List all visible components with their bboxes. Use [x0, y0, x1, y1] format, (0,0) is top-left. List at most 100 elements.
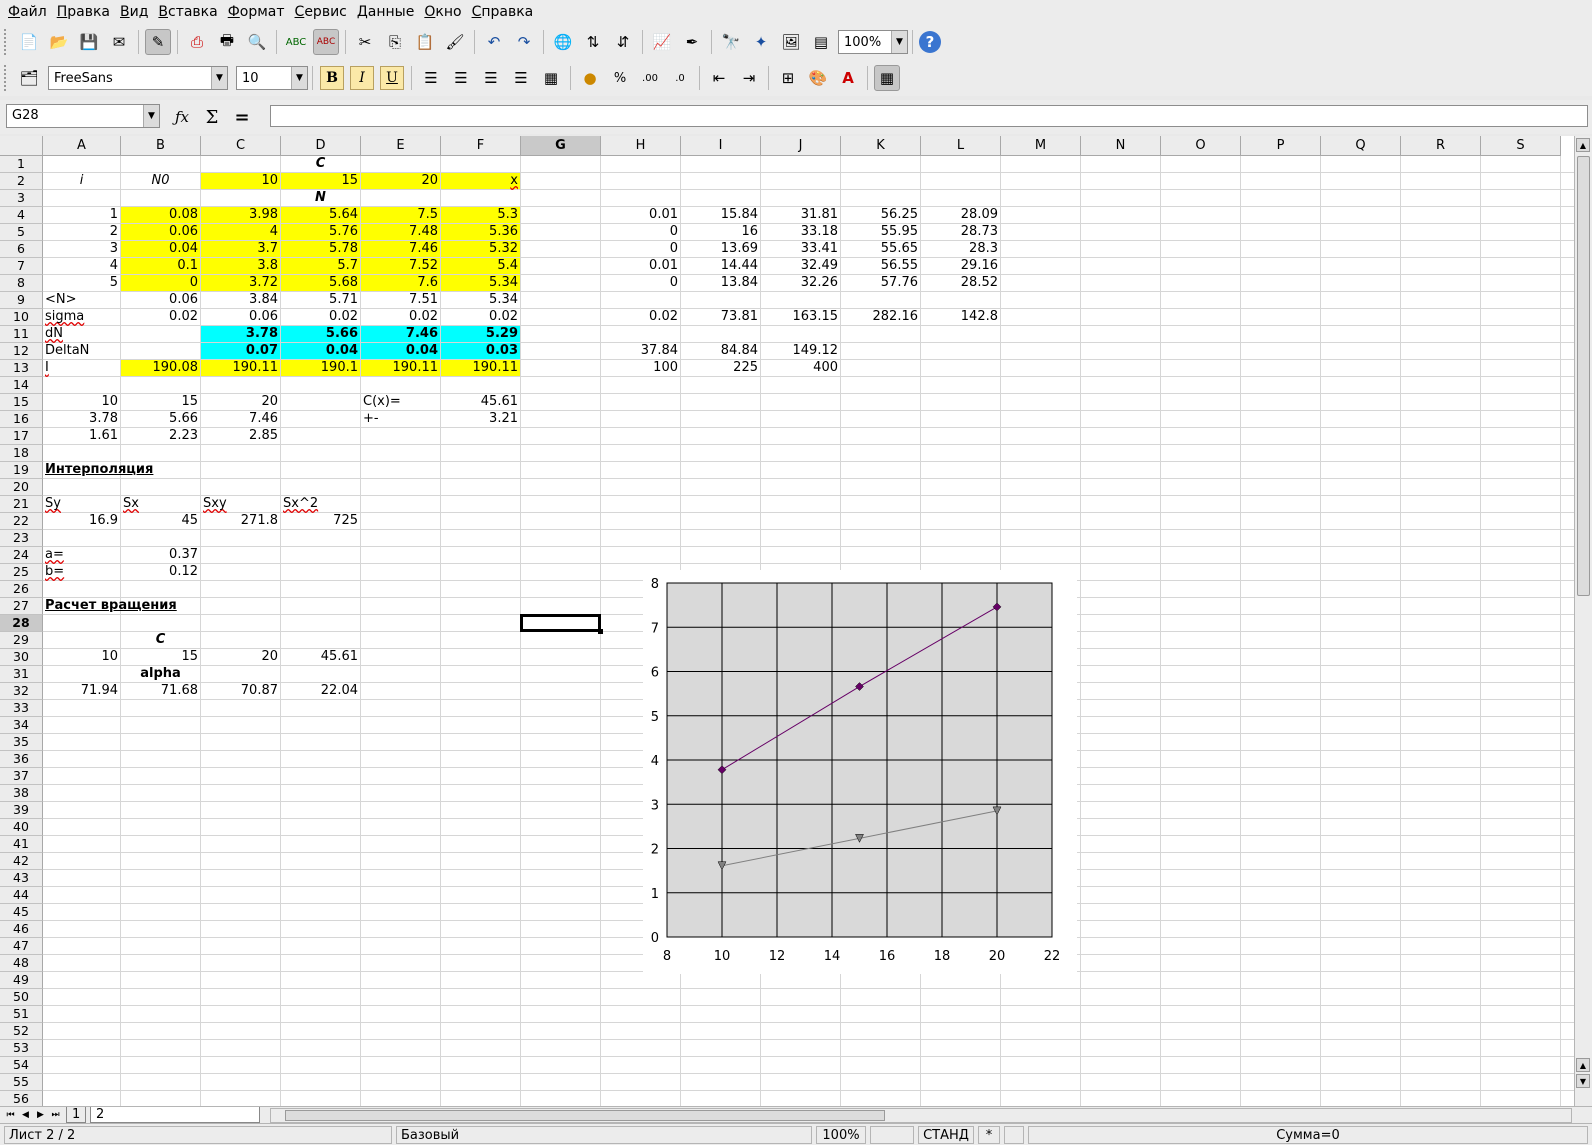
- cell-a32[interactable]: 71.94: [43, 683, 120, 699]
- menu-item[interactable]: Файл: [4, 1, 53, 23]
- cell-j4[interactable]: 31.81: [761, 207, 840, 223]
- row-header[interactable]: 3: [0, 190, 43, 207]
- cell-b6[interactable]: 0.04: [121, 241, 200, 257]
- cell-a25[interactable]: b=: [43, 564, 120, 580]
- cell-f6[interactable]: 5.32: [441, 241, 520, 257]
- cell-b10[interactable]: 0.02: [121, 309, 200, 325]
- cell-b4[interactable]: 0.08: [121, 207, 200, 223]
- fill-handle[interactable]: [598, 629, 603, 634]
- cell-k7[interactable]: 56.55: [841, 258, 920, 274]
- row-header[interactable]: 11: [0, 326, 43, 343]
- column-header-q[interactable]: Q: [1321, 136, 1401, 156]
- row-header[interactable]: 7: [0, 258, 43, 275]
- cell-b32[interactable]: 71.68: [121, 683, 200, 699]
- cell-a17[interactable]: 1.61: [43, 428, 120, 444]
- cell-a21[interactable]: Sy: [43, 496, 120, 512]
- menu-item[interactable]: Сервис: [291, 1, 353, 23]
- cell-h5[interactable]: 0: [601, 224, 680, 240]
- row-header[interactable]: 33: [0, 700, 43, 717]
- cell-d32[interactable]: 22.04: [281, 683, 360, 699]
- cell-b16[interactable]: 5.66: [121, 411, 200, 427]
- cell-c5[interactable]: 4: [201, 224, 280, 240]
- bold-button[interactable]: B: [320, 66, 344, 90]
- cell-h10[interactable]: 0.02: [601, 309, 680, 325]
- cell-c10[interactable]: 0.06: [201, 309, 280, 325]
- cell-f13[interactable]: 190.11: [441, 360, 520, 376]
- column-header-g[interactable]: G: [521, 136, 601, 156]
- undo-icon[interactable]: ↶: [481, 29, 507, 55]
- row-header[interactable]: 43: [0, 870, 43, 887]
- cell-e12[interactable]: 0.04: [361, 343, 440, 359]
- row-header[interactable]: 51: [0, 1006, 43, 1023]
- cell-h13[interactable]: 100: [601, 360, 680, 376]
- row-header[interactable]: 30: [0, 649, 43, 666]
- cell-i6[interactable]: 13.69: [681, 241, 760, 257]
- row-header[interactable]: 48: [0, 955, 43, 972]
- cell-a10[interactable]: sigma: [43, 309, 120, 325]
- insert-chart-icon[interactable]: 📈: [649, 29, 675, 55]
- row-header[interactable]: 29: [0, 632, 43, 649]
- cell-f5[interactable]: 5.36: [441, 224, 520, 240]
- menu-item[interactable]: Формат: [224, 1, 291, 23]
- styles-icon[interactable]: 🗂: [16, 65, 42, 91]
- row-header[interactable]: 26: [0, 581, 43, 598]
- row-header[interactable]: 41: [0, 836, 43, 853]
- row-header[interactable]: 50: [0, 989, 43, 1006]
- cell-j8[interactable]: 32.26: [761, 275, 840, 291]
- toggle-grid-icon[interactable]: ▦: [874, 65, 900, 91]
- cell-c17[interactable]: 2.85: [201, 428, 280, 444]
- row-header[interactable]: 1: [0, 156, 43, 173]
- cell-a7[interactable]: 4: [43, 258, 120, 274]
- cell-e7[interactable]: 7.52: [361, 258, 440, 274]
- cell-i12[interactable]: 84.84: [681, 343, 760, 359]
- scroll-up-icon[interactable]: ▲: [1576, 1058, 1590, 1072]
- row-header[interactable]: 27: [0, 598, 43, 615]
- cell-e8[interactable]: 7.6: [361, 275, 440, 291]
- column-header-a[interactable]: A: [43, 136, 121, 156]
- cell-d9[interactable]: 5.71: [281, 292, 360, 308]
- cell-e13[interactable]: 190.11: [361, 360, 440, 376]
- cell-e5[interactable]: 7.48: [361, 224, 440, 240]
- row-header[interactable]: 2: [0, 173, 43, 190]
- next-sheet-icon[interactable]: ▶: [34, 1108, 47, 1122]
- cell-e4[interactable]: 7.5: [361, 207, 440, 223]
- autospellcheck-icon[interactable]: ABC: [313, 29, 339, 55]
- cell-d30[interactable]: 45.61: [281, 649, 360, 665]
- increase-indent-icon[interactable]: ⇥: [736, 65, 762, 91]
- cell-i4[interactable]: 15.84: [681, 207, 760, 223]
- cell-e10[interactable]: 0.02: [361, 309, 440, 325]
- sort-descending-icon[interactable]: ⇵: [610, 29, 636, 55]
- format-paintbrush-icon[interactable]: 🖌: [442, 29, 468, 55]
- cell-d3[interactable]: N: [201, 190, 440, 206]
- cell-i13[interactable]: 225: [681, 360, 760, 376]
- cell-l4[interactable]: 28.09: [921, 207, 1000, 223]
- chevron-down-icon[interactable]: ▼: [143, 105, 159, 127]
- cell-h12[interactable]: 37.84: [601, 343, 680, 359]
- cell-c32[interactable]: 70.87: [201, 683, 280, 699]
- row-header[interactable]: 35: [0, 734, 43, 751]
- row-header[interactable]: 4: [0, 207, 43, 224]
- font-color-icon[interactable]: A: [835, 65, 861, 91]
- find-replace-icon[interactable]: 🔭: [718, 29, 744, 55]
- cell-d8[interactable]: 5.68: [281, 275, 360, 291]
- cell-b31[interactable]: alpha: [121, 666, 200, 682]
- redo-icon[interactable]: ↷: [511, 29, 537, 55]
- cut-icon[interactable]: ✂: [352, 29, 378, 55]
- vertical-scroll-thumb[interactable]: [1577, 156, 1590, 596]
- cell-c12[interactable]: 0.07: [201, 343, 280, 359]
- chevron-down-icon[interactable]: ▼: [211, 67, 227, 89]
- cell-f10[interactable]: 0.02: [441, 309, 520, 325]
- row-header[interactable]: 19: [0, 462, 43, 479]
- row-header[interactable]: 28: [0, 615, 43, 632]
- align-center-icon[interactable]: ☰: [448, 65, 474, 91]
- scroll-down-icon[interactable]: ▼: [1576, 1074, 1590, 1088]
- menu-item[interactable]: Правка: [53, 1, 116, 23]
- cell-b24[interactable]: 0.37: [121, 547, 200, 563]
- cell-j7[interactable]: 32.49: [761, 258, 840, 274]
- row-header[interactable]: 38: [0, 785, 43, 802]
- row-header[interactable]: 32: [0, 683, 43, 700]
- cell-b25[interactable]: 0.12: [121, 564, 200, 580]
- cell-i10[interactable]: 73.81: [681, 309, 760, 325]
- cell-d5[interactable]: 5.76: [281, 224, 360, 240]
- status-page-style[interactable]: Базовый: [396, 1126, 812, 1144]
